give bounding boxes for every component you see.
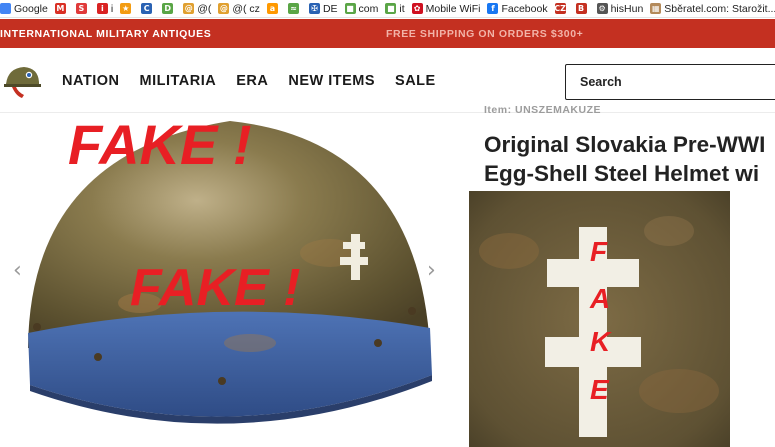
google-icon [0,3,11,14]
bookmark-item[interactable]: ✿ Mobile WiFi [411,0,481,17]
bookmark-item[interactable]: CZ [554,0,569,17]
nav-item-sale[interactable]: SALE [395,73,436,89]
bookmark-label: Sběratel.com: Starožit... [664,2,775,15]
bag-it-icon: ■ [385,3,397,14]
bookmark-item[interactable]: ✠ DE [308,0,338,17]
gmail-icon: M [54,3,66,14]
search-label: Search [580,75,622,89]
bookmark-item[interactable]: D [162,0,176,17]
bookmark-label: it [399,2,405,15]
facebook-icon: f [487,3,499,14]
s-icon: S [75,3,87,14]
bookmark-item[interactable]: M [54,0,69,17]
fake-annotation-middle: FAKE ! [130,259,301,317]
promo-bar: INTERNATIONAL MILITARY ANTIQUES FREE SHI… [0,19,775,48]
bird-icon: ≈ [287,3,299,14]
store-tagline: INTERNATIONAL MILITARY ANTIQUES [0,27,212,40]
nav-item-era[interactable]: ERA [236,73,268,89]
prev-image-arrow-icon[interactable]: ‹ [13,258,22,283]
bookmark-item[interactable]: ⚙ hisHun [596,0,644,17]
gear-icon: ⚙ [596,3,608,14]
bookmark-item[interactable]: ▦ Sběratel.com: Starožit... [650,0,775,17]
product-title-line-2: Egg-Shell Steel Helmet wi [484,161,760,186]
bookmark-item[interactable]: ■ com [344,0,379,17]
next-image-arrow-icon[interactable]: › [427,258,436,283]
bookmark-item[interactable]: Google [0,0,48,17]
cz-icon: CZ [554,3,566,14]
closeup-image [469,191,730,447]
bookmark-label: Facebook [501,2,548,15]
product-title: Original Slovakia Pre-WWI Egg-Shell Stee… [484,130,775,188]
site-header: NATION MILITARIA ERA NEW ITEMS SALE Sear… [0,48,775,113]
bookmark-item[interactable]: a [266,0,281,17]
nav-item-militaria[interactable]: MILITARIA [140,73,217,89]
bookmark-item[interactable]: @ @( cz [218,0,260,17]
emblem-closeup-photo [469,191,730,447]
fake-annotation-top: FAKE ! [68,113,252,176]
bookmark-label: i [110,2,114,15]
d-icon: D [162,3,174,14]
bookmark-item[interactable]: ■ it [385,0,405,17]
nav-item-new-items[interactable]: NEW ITEMS [288,73,375,89]
star-icon: ★ [120,3,132,14]
product-title-line-1: Original Slovakia Pre-WWI [484,132,766,157]
bookmark-item[interactable]: ★ [120,0,134,17]
bookmark-item[interactable]: ii [96,0,114,17]
bookmark-label: @( [197,2,212,15]
bookmark-label: hisHun [610,2,644,15]
bookmark-label: @( cz [232,2,260,15]
fake-vertical-letter-k: K [590,326,611,357]
bookmarks-bar: Google M Si i ★ C D @ @(@ @( cz a ≈ ✠ DE ■ com ■ it ✿ Mobil… [0,0,775,18]
bag-icon: ■ [344,3,356,14]
i-icon: i [96,3,108,14]
slovakia-flag-icon: ✠ [308,3,320,14]
sberatel-icon: ▦ [650,3,662,14]
at-icon: @ [183,3,195,14]
fake-vertical-letter-e: E [590,374,609,405]
bookmark-label: Google [14,2,48,15]
bookmark-label: DE [322,2,338,15]
nav-item-nation[interactable]: NATION [62,73,120,89]
product-sku: Item: UNSZEMAKUZE [484,104,602,116]
c-icon: C [141,3,153,14]
fake-vertical-letter-f: F [590,236,608,267]
free-shipping-notice[interactable]: FREE SHIPPING ON ORDERS $300+ [386,28,583,40]
bookmark-label: Mobile WiFi [425,2,481,15]
at-cz-icon: @ [218,3,230,14]
bookmark-label: com [358,2,379,15]
bookmark-item[interactable]: f Facebook [487,0,548,17]
bookmark-item[interactable]: @ @( [183,0,212,17]
fake-vertical-letter-a: A [590,283,611,314]
bookmark-item[interactable]: C [141,0,155,17]
bookmark-item[interactable]: B [575,0,590,17]
bookmark-item[interactable]: ≈ [287,0,302,17]
search-input[interactable]: Search [565,64,775,100]
main-nav: NATION MILITARIA ERA NEW ITEMS SALE [62,73,456,89]
amazon-icon: a [266,3,278,14]
helmet-logo-icon[interactable] [2,62,42,98]
bookmark-item[interactable]: S [75,0,90,17]
b-icon: B [575,3,587,14]
huawei-icon: ✿ [411,3,423,14]
